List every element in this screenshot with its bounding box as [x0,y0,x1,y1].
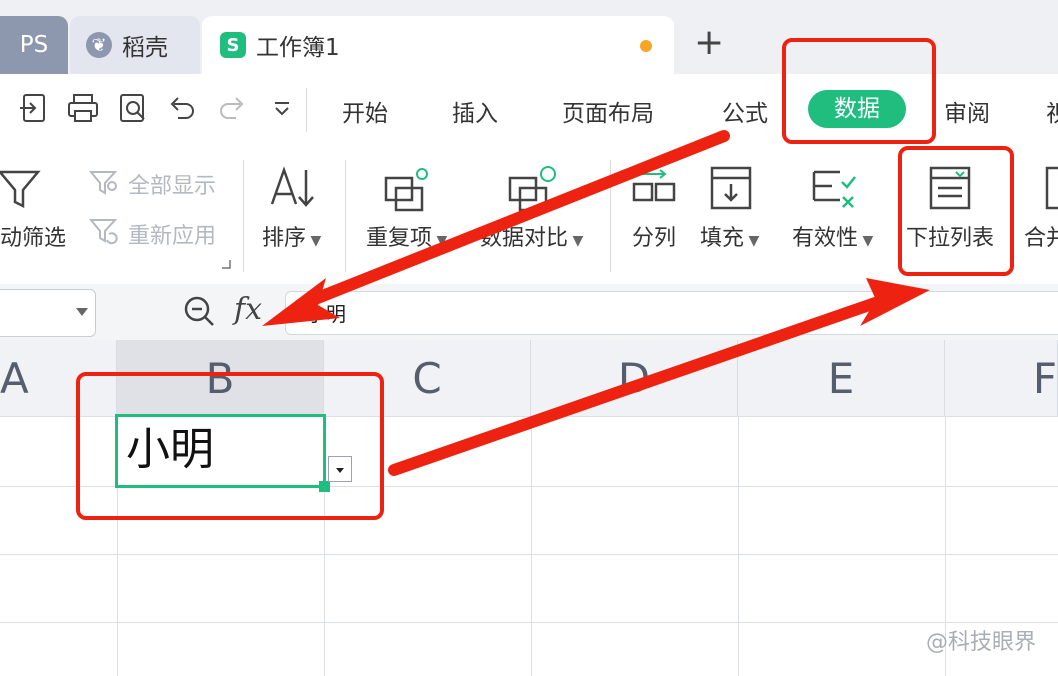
chevron-down-icon[interactable] [74,305,90,319]
duplicates-button[interactable]: 重复项 ▼ [366,220,447,252]
column-label: A [0,353,29,403]
divider [243,160,244,272]
column-header-f[interactable]: F [945,340,1058,416]
quick-access-dropdown-icon[interactable] [272,100,292,118]
validity-button[interactable]: 有效性 ▼ [792,220,873,252]
spreadsheet-icon: S [220,32,246,58]
split-column-button[interactable]: 分列 [632,220,676,252]
reapply-icon [88,219,118,245]
export-icon[interactable] [18,92,50,124]
print-icon[interactable] [66,92,100,124]
menu-start[interactable]: 开始 [342,94,388,128]
annotation-box-dropdown-list [898,146,1014,276]
expand-corner-icon[interactable] [220,258,232,270]
validity-label: 有效性 [792,226,859,251]
watermark: @科技眼界 [925,630,1036,655]
menu-formula[interactable]: 公式 [722,94,768,128]
column-label: C [412,353,442,403]
fx-button[interactable]: fx [234,292,262,327]
show-all-label: 全部显示 [128,174,217,199]
validity-icon[interactable] [810,164,860,214]
tab-workbook[interactable]: S 工作簿1 [202,16,674,74]
grid-line [738,416,739,676]
show-all-icon [88,171,118,195]
chevron-down-icon: ▼ [568,233,584,249]
fill-button[interactable]: 填充 ▼ [700,220,759,252]
tab-docer[interactable]: ❦ 稻壳 [70,16,200,74]
compare-icon[interactable] [506,164,560,214]
menu-view[interactable]: 视 [1046,94,1058,128]
new-tab-plus-icon[interactable]: + [694,22,724,63]
tab-label: 稻壳 [122,35,168,61]
chevron-down-icon: ▼ [858,233,874,249]
annotation-box-data-tab [782,38,936,144]
duplicates-icon[interactable] [382,164,434,214]
column-label: D [617,353,651,403]
sort-button[interactable]: 排序 ▼ [262,220,321,252]
chevron-down-icon: ▼ [744,233,760,249]
menu-insert[interactable]: 插入 [452,94,498,128]
chevron-down-icon: ▼ [432,233,448,249]
chevron-down-icon: ▼ [306,233,322,249]
divider [306,88,307,132]
merge-button[interactable]: 合并 [1024,220,1058,252]
split-column-icon[interactable] [630,164,680,214]
reapply-label: 重新应用 [128,224,217,249]
sort-icon[interactable] [266,164,320,214]
fill-label: 填充 [700,226,745,251]
divider [345,160,346,272]
fill-icon[interactable] [708,164,754,214]
formula-input[interactable]: 小明 [285,291,1058,335]
zoom-search-icon[interactable] [182,294,216,328]
grid-line [0,622,1058,623]
auto-filter-label[interactable]: 动筛选 [0,220,66,252]
sort-label: 排序 [262,226,307,251]
divider [610,160,611,272]
grid-line [0,554,1058,555]
print-preview-icon[interactable] [118,92,150,124]
grid-line [531,416,532,676]
menu-review[interactable]: 审阅 [944,94,990,128]
menu-page-layout[interactable]: 页面布局 [562,94,654,128]
tab-label: PS [19,32,49,58]
compare-label: 数据对比 [480,226,569,251]
compare-button[interactable]: 数据对比 ▼ [480,220,583,252]
column-header-e[interactable]: E [738,340,945,416]
leaf-icon: ❦ [86,32,112,58]
redo-icon[interactable] [216,92,248,124]
column-label: E [827,353,855,403]
undo-icon[interactable] [166,92,198,124]
filter-icon[interactable] [0,166,42,212]
annotation-box-cell [76,372,384,520]
tab-label: 工作簿1 [256,35,340,61]
column-label: F [1032,353,1057,403]
tab-wps[interactable]: PS [0,16,68,74]
unsaved-dot-icon [640,40,652,52]
duplicates-label: 重复项 [366,226,433,251]
column-header-d[interactable]: D [531,340,738,416]
merge-icon[interactable] [1044,164,1058,214]
